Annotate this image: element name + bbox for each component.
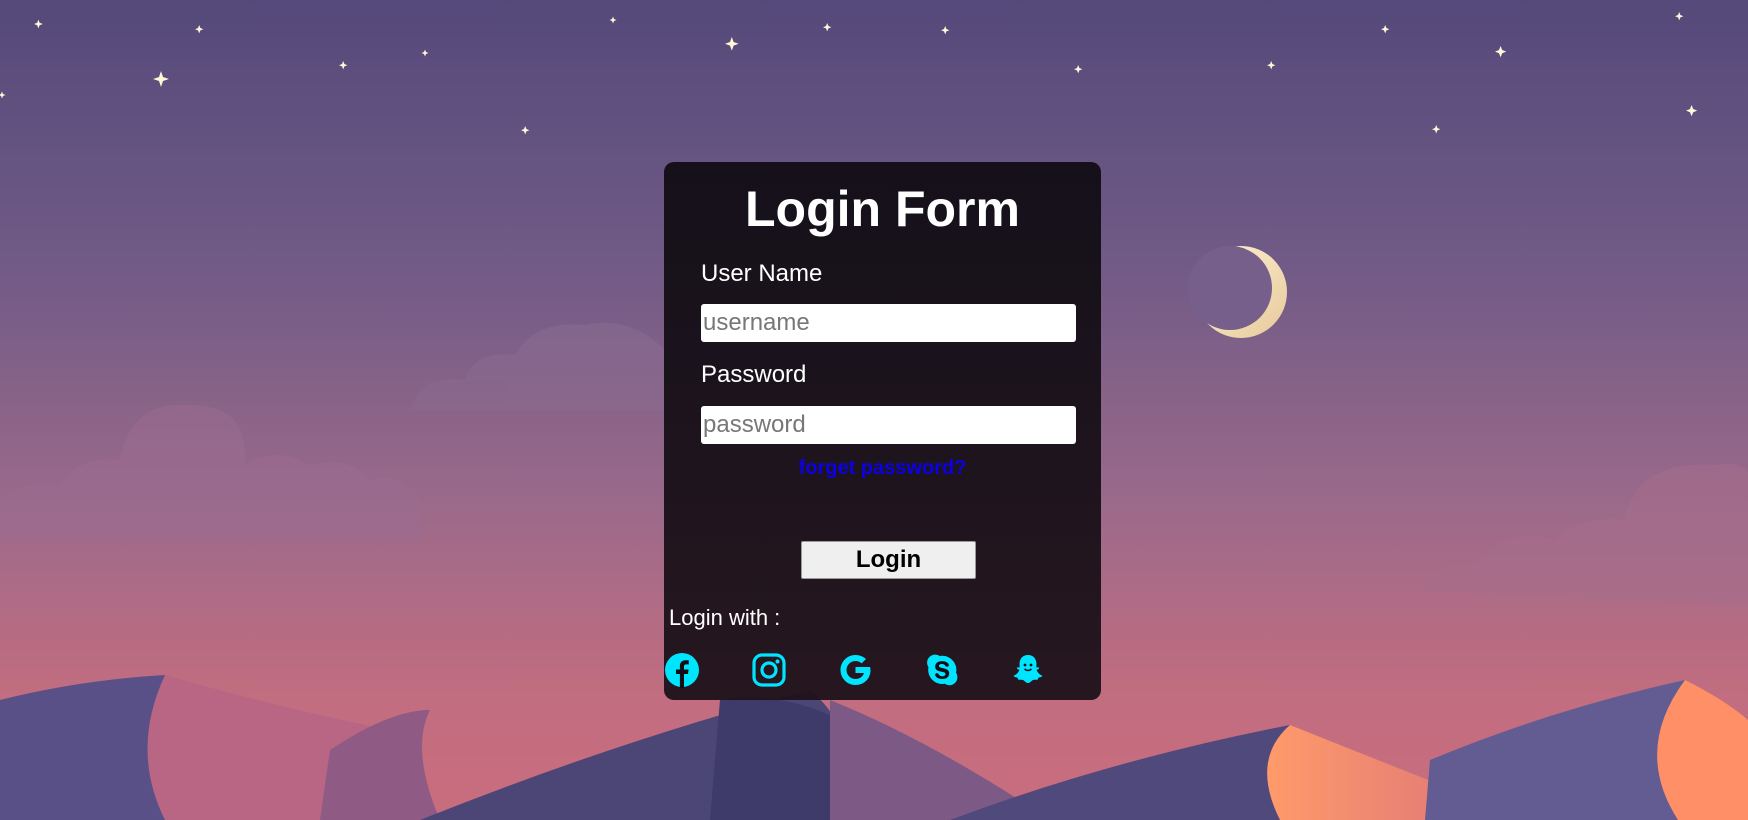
forgot-password-link[interactable]: forget password? <box>664 456 1101 480</box>
form-title: Login Form <box>745 181 1020 237</box>
instagram-icon[interactable] <box>751 652 787 688</box>
username-label: User Name <box>701 260 823 287</box>
facebook-icon[interactable] <box>664 652 700 688</box>
login-with-label: Login with : <box>669 605 781 630</box>
password-label: Password <box>701 361 807 388</box>
login-card: Login Form User Name Password forget pas… <box>664 162 1101 700</box>
snapchat-icon[interactable] <box>1010 652 1046 688</box>
password-input[interactable] <box>701 406 1076 444</box>
skype-icon[interactable] <box>924 652 960 688</box>
username-input[interactable] <box>701 304 1076 342</box>
login-button[interactable]: Login <box>801 541 976 579</box>
google-icon[interactable] <box>837 652 873 688</box>
